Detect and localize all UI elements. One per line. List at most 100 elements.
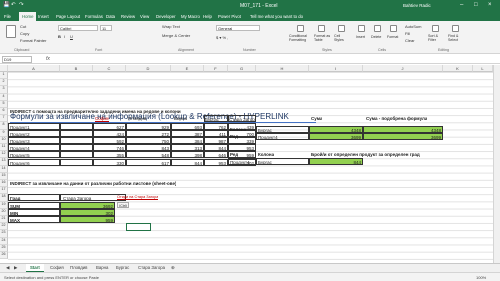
- row-header[interactable]: 3: [0, 86, 8, 94]
- tab-view[interactable]: View: [140, 14, 149, 19]
- find-select-button[interactable]: Find & Select: [448, 34, 464, 42]
- merge-center-button[interactable]: Merge & Center: [162, 33, 190, 38]
- product-value-cell[interactable]: 617: [126, 158, 171, 166]
- product-value-cell[interactable]: 384: [171, 136, 204, 145]
- col-header-f[interactable]: F: [204, 65, 228, 72]
- product-blank-cell[interactable]: [60, 136, 93, 145]
- product-value-cell[interactable]: 398: [171, 151, 204, 159]
- stat-value-cell[interactable]: 3692: [60, 201, 115, 209]
- row-header[interactable]: 22: [0, 223, 8, 231]
- product-value-cell[interactable]: 987: [204, 136, 228, 145]
- format-as-table-button[interactable]: Format as Table: [314, 34, 332, 42]
- product-value-cell[interactable]: 953: [204, 158, 228, 166]
- selected-cell[interactable]: [126, 223, 151, 231]
- cut-button[interactable]: Cut: [20, 24, 26, 29]
- row-header[interactable]: 4: [0, 93, 8, 101]
- product-value-cell[interactable]: 762: [204, 122, 228, 130]
- col-header-a[interactable]: A: [8, 65, 60, 72]
- sum2-row-cell[interactable]: 3699: [363, 133, 443, 141]
- row-header[interactable]: 14: [0, 165, 8, 173]
- copy-button[interactable]: Copy: [20, 31, 29, 36]
- row-header[interactable]: 10: [0, 136, 8, 144]
- undo-icon[interactable]: ↶: [11, 2, 16, 8]
- stat-value-cell[interactable]: 959: [60, 215, 115, 224]
- sheet-tab-start[interactable]: Start: [26, 264, 44, 272]
- tab-formulas[interactable]: Formulas: [85, 14, 103, 19]
- product-value-cell[interactable]: 272: [126, 129, 171, 137]
- product-blank-cell[interactable]: [60, 122, 93, 130]
- format-cells-icon[interactable]: [390, 25, 397, 32]
- insert-cells-button[interactable]: Insert: [356, 35, 365, 39]
- product-value-cell[interactable]: 750: [126, 136, 171, 145]
- paste-icon[interactable]: [6, 25, 16, 38]
- fill-button[interactable]: Fill: [405, 31, 410, 36]
- col-header-l[interactable]: L: [473, 65, 493, 72]
- sheet-tab-varna[interactable]: Варна: [92, 264, 112, 272]
- delete-cells-button[interactable]: Delete: [371, 35, 381, 39]
- product-value-cell[interactable]: 929: [126, 122, 171, 130]
- row-header[interactable]: 25: [0, 244, 8, 252]
- user-name[interactable]: Bahtiev Radic: [403, 3, 431, 8]
- paste-options-button[interactable]: (Ctrl): [117, 202, 129, 208]
- row-header[interactable]: 26: [0, 252, 8, 260]
- row-header[interactable]: 7: [0, 115, 8, 123]
- add-sheet-icon[interactable]: ⊕: [167, 264, 179, 272]
- sheet-tab-sofia[interactable]: София: [46, 264, 68, 272]
- row-header[interactable]: 6: [0, 108, 8, 116]
- tab-home[interactable]: Home: [19, 12, 37, 21]
- tab-data[interactable]: Data: [106, 14, 115, 19]
- row-header[interactable]: 17: [0, 187, 8, 195]
- zoom-level[interactable]: 100%: [476, 275, 486, 280]
- sofia-hyperlink[interactable]: Софин: [95, 115, 109, 122]
- currency-icon[interactable]: $ ▾ % ,: [216, 35, 228, 40]
- tell-me-input[interactable]: Tell me what you want to do: [250, 14, 303, 19]
- t2-column-value[interactable]: Бургас: [256, 158, 309, 166]
- format-cells-button[interactable]: Format: [387, 35, 398, 39]
- autosum-button[interactable]: AutoSum: [405, 24, 421, 29]
- row-header[interactable]: 9: [0, 129, 8, 137]
- row-header[interactable]: 16: [0, 180, 8, 188]
- row-header[interactable]: 18: [0, 194, 8, 202]
- row-header[interactable]: 13: [0, 158, 8, 166]
- product-name-cell[interactable]: Продукт3: [8, 136, 60, 145]
- t2-row-value[interactable]: Продукт4: [228, 158, 256, 166]
- tab-page-layout[interactable]: Page Layout: [56, 14, 80, 19]
- tab-review[interactable]: Review: [121, 14, 135, 19]
- close-icon[interactable]: ×: [488, 2, 492, 8]
- sort-filter-icon[interactable]: [432, 25, 439, 32]
- tab-file[interactable]: File: [4, 14, 11, 19]
- sum-row-cell[interactable]: 3699: [309, 133, 363, 141]
- clear-button[interactable]: Clear: [405, 38, 415, 43]
- format-painter-button[interactable]: Format Painter: [20, 38, 46, 43]
- row-header[interactable]: 1: [0, 72, 8, 80]
- col-header-e[interactable]: E: [171, 65, 204, 72]
- product-value-cell[interactable]: 627: [93, 122, 126, 130]
- format-as-table-icon[interactable]: [318, 25, 325, 32]
- wrap-text-button[interactable]: Wrap Text: [162, 24, 180, 29]
- row-header[interactable]: 19: [0, 201, 8, 209]
- product-value-cell[interactable]: 693: [171, 122, 204, 130]
- product-name-cell[interactable]: Продукт5: [8, 151, 60, 159]
- product-blank-cell[interactable]: [60, 151, 93, 159]
- cell-styles-icon[interactable]: [338, 25, 345, 32]
- product-name-cell[interactable]: Продукт1: [8, 122, 60, 130]
- product-value-cell[interactable]: 424: [93, 129, 126, 137]
- product-value-cell[interactable]: 411: [204, 129, 228, 137]
- t2-result-cell[interactable]: 844: [309, 158, 363, 166]
- sheet-tab-plovdiv[interactable]: Пловдив: [66, 264, 91, 272]
- product-value-cell[interactable]: 387: [171, 129, 204, 137]
- row-header[interactable]: 8: [0, 122, 8, 130]
- bold-button[interactable]: B: [58, 34, 61, 39]
- col-header-g[interactable]: G: [228, 65, 256, 72]
- product-value-cell[interactable]: 844: [171, 158, 204, 166]
- name-box[interactable]: D19: [2, 56, 32, 63]
- vertical-scrollbar[interactable]: [493, 65, 500, 263]
- product-value-cell[interactable]: 355: [93, 151, 126, 159]
- row-header[interactable]: 2: [0, 79, 8, 87]
- tab-insert[interactable]: Insert: [38, 14, 49, 19]
- worksheet[interactable]: A B C D E F G H I J K L 1 2 3 4 5 6 7 8 9 10 11 12 1…: [0, 65, 500, 263]
- product-name-cell[interactable]: Продукт2: [8, 129, 60, 137]
- col-header-h[interactable]: H: [256, 65, 309, 72]
- number-format-select[interactable]: General: [216, 25, 260, 31]
- col-header-d[interactable]: D: [126, 65, 171, 72]
